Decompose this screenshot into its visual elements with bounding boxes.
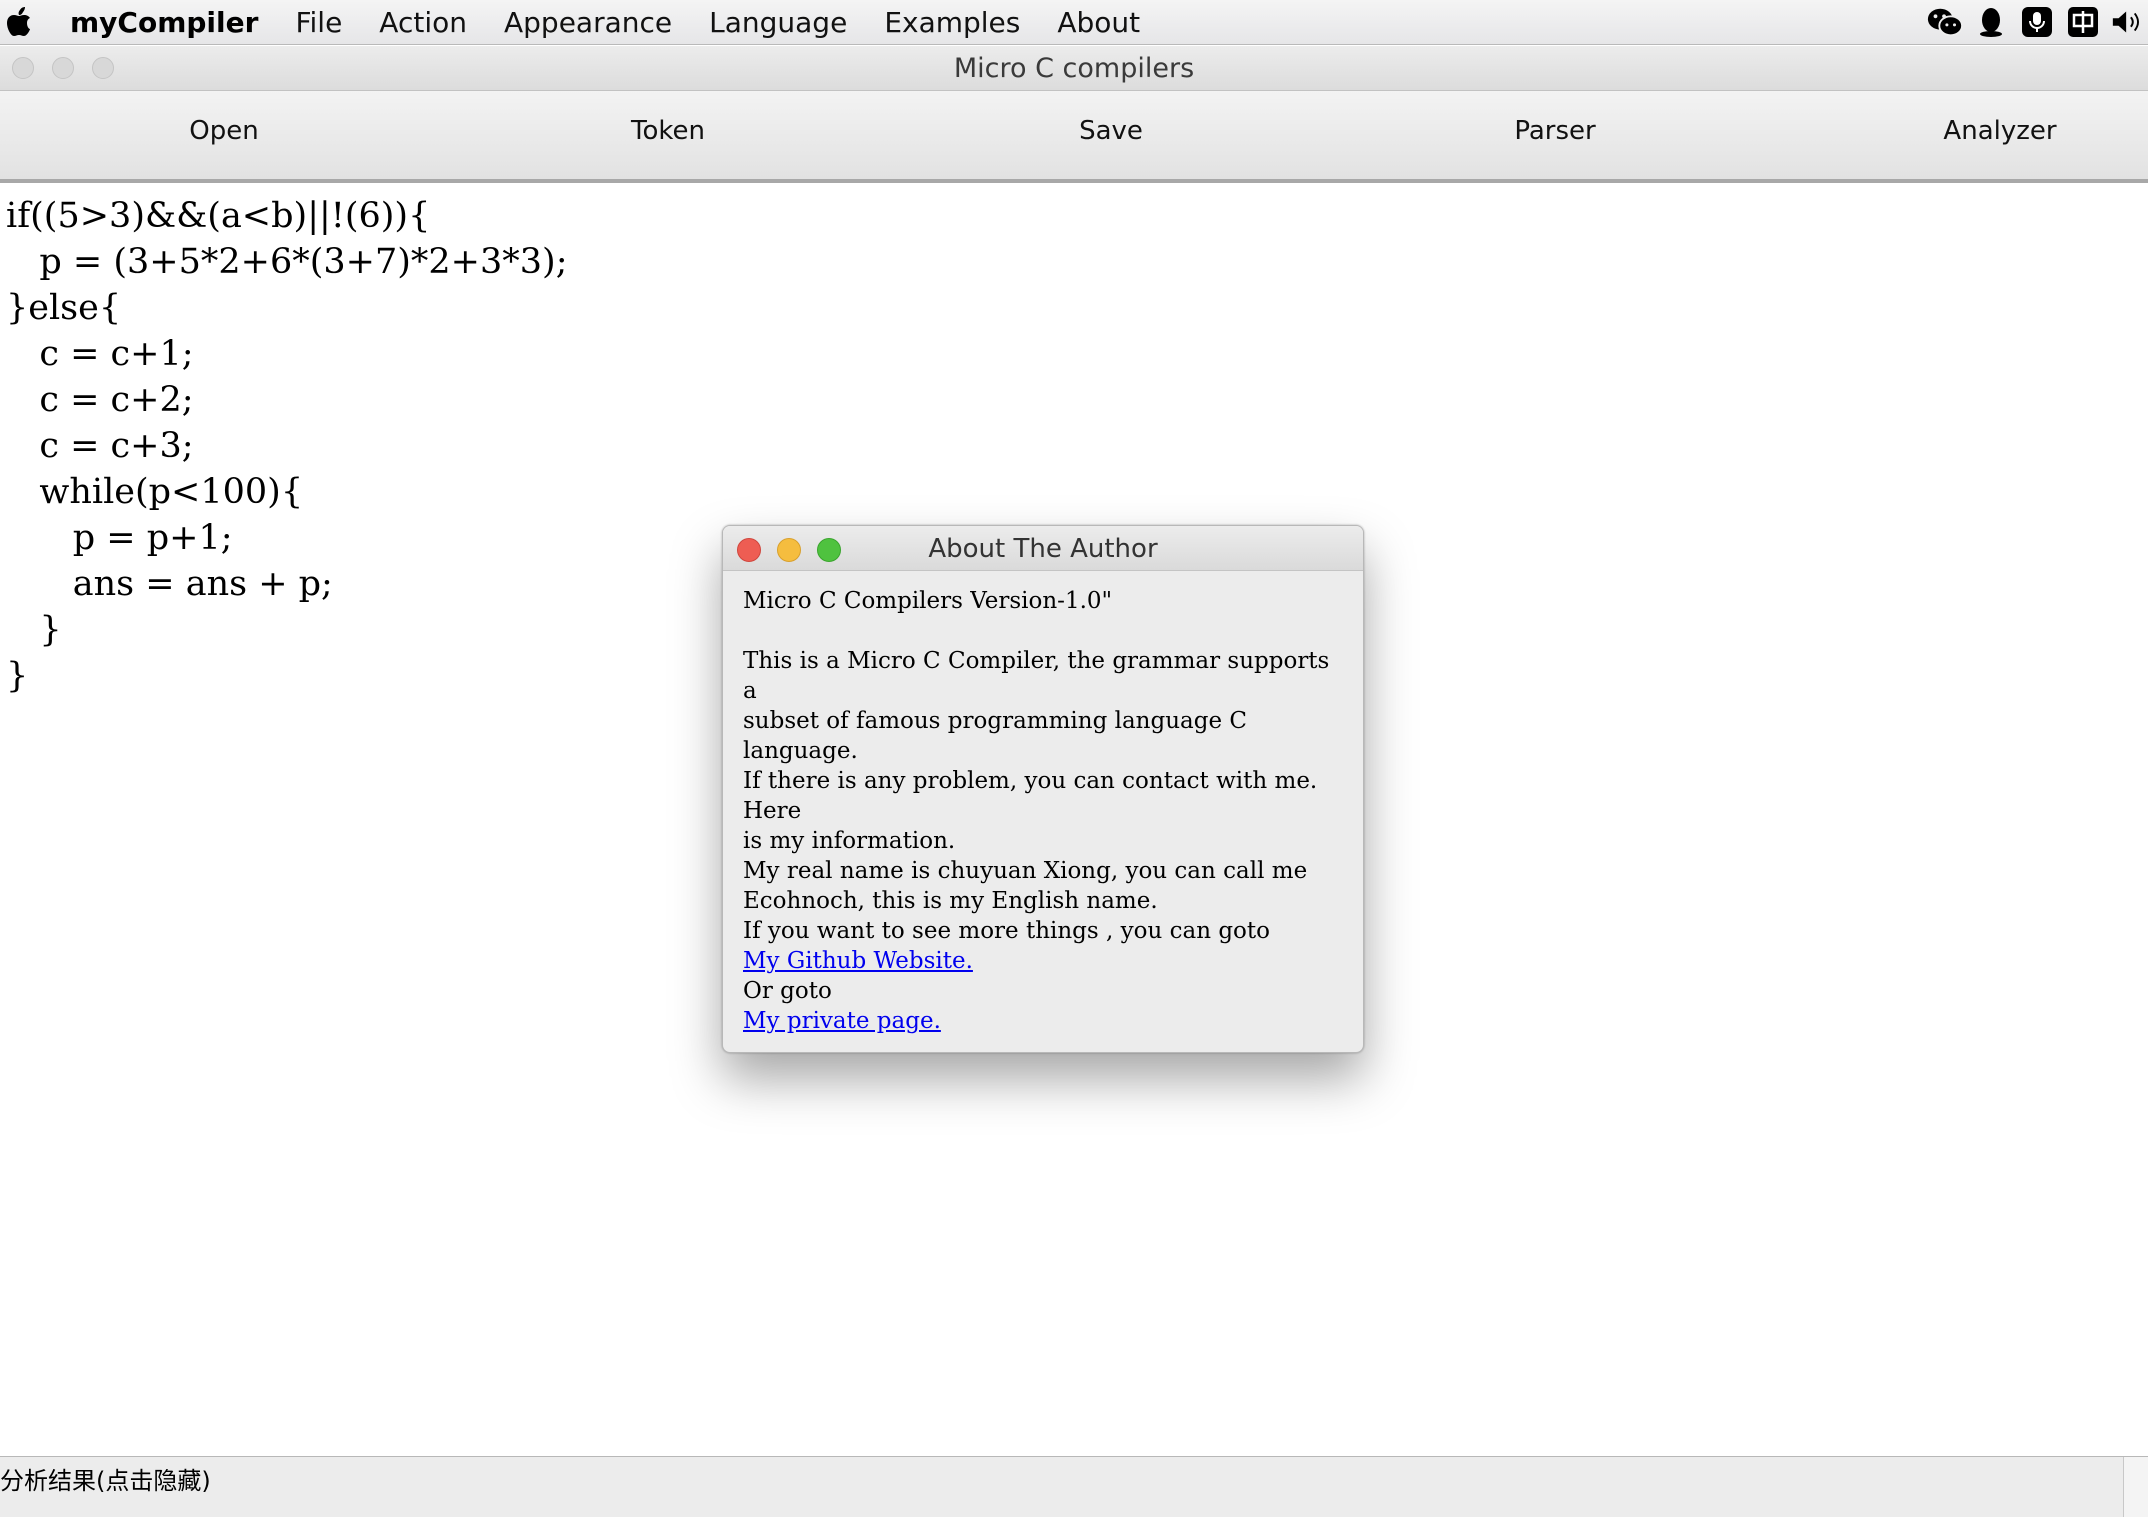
code-line: } [6,610,62,650]
about-text-line: My real name is chuyuan Xiong, you can c… [743,858,1308,884]
menu-bar: myCompiler File Action Appearance Langua… [0,0,2148,45]
about-text-line: This is a Micro C Compiler, the grammar … [743,648,1330,704]
analyzer-button[interactable]: Analyzer [1943,116,2056,146]
parser-button[interactable]: Parser [1514,116,1595,146]
panel-scrollbar[interactable] [2123,1457,2148,1517]
input-method-icon[interactable] [2064,5,2102,39]
window-title: Micro C compilers [953,53,1195,84]
qq-icon[interactable] [1972,5,2010,39]
wechat-icon[interactable] [1926,5,1964,39]
code-line: }else{ [6,288,122,328]
code-line: c = c+2; [6,380,194,420]
about-text-line: Ecohnoch, this is my English name. [743,888,1158,914]
code-line: p = p+1; [6,518,233,558]
about-text-line: is my information. [743,828,956,854]
save-button[interactable]: Save [1079,116,1143,146]
menu-language[interactable]: Language [709,6,847,39]
open-button[interactable]: Open [189,116,258,146]
code-line: c = c+3; [6,426,194,466]
menu-examples[interactable]: Examples [884,6,1020,39]
version-text: Micro C Compilers Version-1.0" [743,588,1113,614]
code-line: while(p<100){ [6,472,304,512]
token-button[interactable]: Token [631,116,705,146]
system-tray [1918,0,2148,44]
code-line: ans = ans + p; [6,564,333,604]
window-titlebar[interactable]: Micro C compilers [0,46,2148,91]
or-goto-text: Or goto [743,978,832,1004]
volume-icon[interactable] [2110,5,2148,39]
menu-file[interactable]: File [295,6,342,39]
analysis-result-toggle[interactable]: 分析结果(点击隐藏) [0,1461,211,1496]
dialog-title: About The Author [928,534,1158,564]
dialog-body: Micro C Compilers Version-1.0" This is a… [743,586,1343,1036]
menu-app-name[interactable]: myCompiler [70,6,258,39]
code-line: } [6,656,29,696]
menu-about[interactable]: About [1057,6,1140,39]
analysis-result-panel[interactable]: 分析结果(点击隐藏) [0,1456,2148,1517]
menu-action[interactable]: Action [379,6,467,39]
dialog-titlebar[interactable]: About The Author [723,526,1363,571]
code-line: if((5>3)&&(a<b)||!(6)){ [6,196,431,236]
code-line: c = c+1; [6,334,194,374]
about-text-line: subset of famous programming language C … [743,708,1247,764]
menu-appearance[interactable]: Appearance [504,6,672,39]
toolbar: Open Token Save Parser Analyzer [0,91,2148,183]
about-dialog: About The Author Micro C Compilers Versi… [722,525,1364,1053]
about-text-line: If you want to see more things , you can… [743,918,1270,944]
microphone-icon[interactable] [2018,5,2056,39]
github-link[interactable]: My Github Website. [743,948,973,974]
apple-icon[interactable] [4,6,34,38]
code-line: p = (3+5*2+6*(3+7)*2+3*3); [6,242,568,282]
private-page-link[interactable]: My private page. [743,1008,941,1034]
about-text-line: If there is any problem, you can contact… [743,768,1318,824]
